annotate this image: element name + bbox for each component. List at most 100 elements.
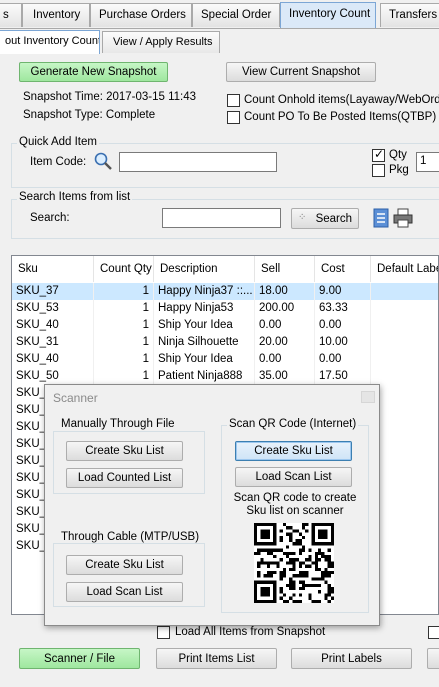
count-po-label: Count PO To Be Posted Items(QTBP) [244,111,437,123]
close-icon[interactable] [361,391,375,403]
tab-view-apply-results[interactable]: View / Apply Results [102,31,220,53]
table-cell [371,317,438,334]
table-row[interactable]: SKU_40 1 Ship Your Idea 0.00 0.00 [12,351,438,368]
search-button-label: Search [315,212,352,225]
table-cell: Ninja Silhouette [154,334,255,351]
qr-code-image [254,523,334,603]
search-button-icon: ⁘ [298,212,307,223]
print-items-list-button[interactable]: Print Items List [156,648,277,669]
table-cell [371,504,438,521]
snapshot-type: Snapshot Type: Complete [23,109,156,121]
table-cell: Ship Your Idea [154,351,255,368]
cable-group-title: Through Cable (MTP/USB) [59,531,202,543]
table-cell: SKU_37 [12,283,94,300]
count-onhold-checkbox[interactable] [227,94,240,107]
qty-checkbox[interactable] [372,147,385,162]
col-header-sku[interactable]: Sku [12,256,94,282]
table-cell [371,334,438,351]
table-row[interactable]: SKU_50 1 Patient Ninja888 35.00 17.50 [12,368,438,385]
scanner-file-button[interactable]: Scanner / File [19,648,140,669]
manual-group-title: Manually Through File [59,418,177,430]
table-row[interactable]: SKU_40 1 Ship Your Idea 0.00 0.00 [12,317,438,334]
table-cell: SKU_40 [12,317,94,334]
manual-create-sku-list-button[interactable]: Create Sku List [66,441,183,461]
pkg-checkbox[interactable] [372,164,385,177]
col-header-count-qty[interactable]: Count Qty [94,256,154,282]
table-cell [371,419,438,436]
pkg-label: Pkg [389,164,409,176]
tab-inventory[interactable]: Inventory [22,3,90,27]
tab-transfers[interactable]: Transfers [380,3,439,27]
table-cell [371,487,438,504]
search-button[interactable]: ⁘ Search [291,208,359,229]
col-header-default-label[interactable]: Default Label [371,256,438,282]
col-header-cost[interactable]: Cost [315,256,371,282]
table-cell: 63.33 [315,300,371,317]
table-cell: 10.00 [315,334,371,351]
qr-load-scan-list-button[interactable]: Load Scan List [235,467,352,487]
table-cell: 1 [94,283,154,300]
table-cell [371,402,438,419]
table-row[interactable]: SKU_37 1 Happy Ninja37 ::... 18.00 9.00 [12,283,438,300]
table-cell: Ship Your Idea [154,317,255,334]
more-button[interactable] [427,648,439,669]
table-cell: Patient Ninja888 [154,368,255,385]
generate-snapshot-button[interactable]: Generate New Snapshot [19,62,168,82]
tab-previous[interactable]: s [0,3,22,27]
col-header-description[interactable]: Description [154,256,255,282]
table-cell: Happy Ninja53 [154,300,255,317]
cable-load-scan-list-button[interactable]: Load Scan List [66,582,183,602]
table-cell [371,300,438,317]
item-code-label: Item Code: [30,156,87,168]
table-cell: 0.00 [315,317,371,334]
count-po-checkbox[interactable] [227,111,240,124]
quick-add-title: Quick Add Item [17,136,99,148]
search-icon[interactable] [93,151,113,171]
load-all-checkbox[interactable] [157,626,170,639]
table-cell: 20.00 [255,334,315,351]
table-cell [371,436,438,453]
table-cell: 1 [94,300,154,317]
main-tabbar: s Inventory Purchase Orders Special Orde… [0,0,439,28]
manual-load-counted-list-button[interactable]: Load Counted List [66,468,183,488]
search-group-title: Search Items from list [17,191,133,203]
document-list-icon[interactable] [373,208,389,228]
qty-label: Qty [389,149,407,161]
table-cell [371,538,438,555]
tab-inventory-count[interactable]: Inventory Count [280,2,376,28]
qty-input[interactable]: 1 [416,152,439,172]
qr-create-sku-list-button[interactable]: Create Sku List [235,441,352,461]
load-all-label: Load All Items from Snapshot [175,626,326,638]
table-cell: 0.00 [255,351,315,368]
table-cell: Happy Ninja37 ::... [154,283,255,300]
table-row[interactable]: SKU_31 1 Ninja Silhouette 20.00 10.00 [12,334,438,351]
printer-icon[interactable] [393,208,413,228]
tab-about-inventory-count[interactable]: out Inventory Count [0,30,100,54]
table-cell: 9.00 [315,283,371,300]
sub-tabbar: out Inventory Count View / Apply Results [0,28,439,54]
table-row[interactable]: SKU_53 1 Happy Ninja53 200.00 63.33 [12,300,438,317]
scanner-dialog: Scanner Manually Through File Create Sku… [44,384,380,626]
view-snapshot-button[interactable]: View Current Snapshot [226,62,376,82]
table-cell: 1 [94,368,154,385]
item-code-input[interactable] [119,152,277,172]
table-cell: SKU_31 [12,334,94,351]
qr-note-line-1: Scan QR code to create [233,492,357,504]
qr-note-line-2: Sku list on scanner [246,505,344,517]
extra-checkbox[interactable] [428,626,439,639]
table-cell: SKU_53 [12,300,94,317]
qr-group-title: Scan QR Code (Internet) [227,418,359,430]
search-input[interactable] [162,208,281,228]
search-label: Search: [30,212,70,224]
table-cell: 1 [94,351,154,368]
cable-create-sku-list-button[interactable]: Create Sku List [66,555,183,575]
table-cell [371,283,438,300]
table-cell: 1 [94,334,154,351]
col-header-sell[interactable]: Sell [255,256,315,282]
table-cell: 17.50 [315,368,371,385]
print-labels-button[interactable]: Print Labels [291,648,412,669]
table-cell: SKU_50 [12,368,94,385]
tab-special-order[interactable]: Special Order [192,3,280,27]
tab-purchase-orders[interactable]: Purchase Orders [90,3,192,27]
table-cell [371,351,438,368]
